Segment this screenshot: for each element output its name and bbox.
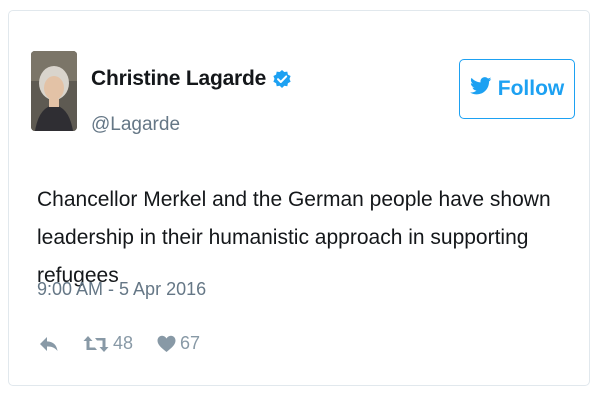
reply-button[interactable] bbox=[39, 335, 59, 353]
tweet-card: Christine Lagarde @Lagarde Follow Chance… bbox=[8, 10, 590, 386]
tweet-timestamp[interactable]: 9:00 AM - 5 Apr 2016 bbox=[37, 279, 206, 300]
retweet-icon bbox=[83, 335, 109, 353]
like-button[interactable]: 67 bbox=[157, 333, 200, 354]
retweet-button[interactable]: 48 bbox=[83, 333, 133, 354]
twitter-bird-icon bbox=[469, 77, 492, 101]
retweet-count: 48 bbox=[113, 333, 134, 353]
author-handle[interactable]: @Lagarde bbox=[91, 114, 180, 136]
author-display-name[interactable]: Christine Lagarde bbox=[91, 67, 266, 91]
avatar[interactable] bbox=[31, 51, 77, 131]
verified-badge-icon bbox=[272, 69, 292, 89]
tweet-actions: 48 67 bbox=[39, 333, 224, 354]
author-name-row: Christine Lagarde bbox=[91, 67, 292, 91]
reply-icon bbox=[39, 335, 59, 353]
heart-icon bbox=[157, 335, 176, 353]
follow-button[interactable]: Follow bbox=[459, 59, 575, 119]
tweet-text: Chancellor Merkel and the German people … bbox=[37, 188, 551, 287]
like-count: 67 bbox=[180, 333, 201, 353]
follow-button-label: Follow bbox=[497, 77, 565, 100]
